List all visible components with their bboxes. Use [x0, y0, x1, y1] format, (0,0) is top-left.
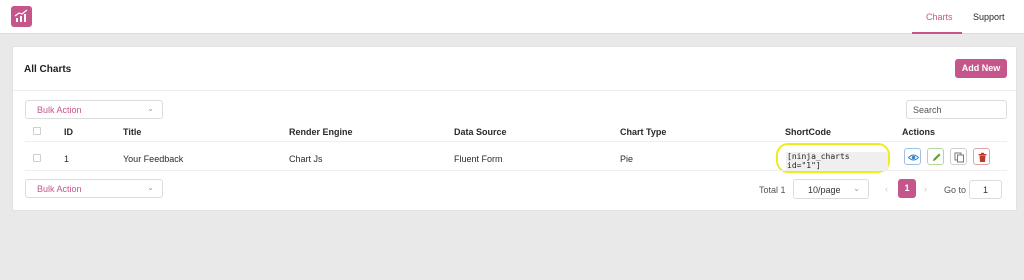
trash-icon: [978, 152, 987, 162]
row-divider: [25, 170, 1007, 171]
bulk-action-placeholder: Bulk Action: [37, 105, 82, 115]
cell-id: 1: [64, 154, 70, 164]
logo-icon[interactable]: [11, 6, 32, 27]
nav-active-indicator: [912, 32, 962, 34]
page-title: All Charts: [24, 64, 72, 75]
select-all-checkbox[interactable]: [33, 127, 41, 135]
goto-label: Go to: [944, 185, 967, 195]
page-size-select[interactable]: 10/page ⌄: [793, 179, 869, 199]
nav-charts[interactable]: Charts: [926, 12, 953, 22]
view-button[interactable]: [904, 148, 921, 165]
column-header-title: Title: [123, 127, 142, 137]
cell-render-engine: Chart Js: [289, 154, 323, 164]
column-header-chart-type: Chart Type: [620, 127, 667, 137]
edit-button[interactable]: [927, 148, 944, 165]
cell-shortcode[interactable]: [ninja_charts id="1"]: [786, 152, 888, 170]
column-header-render-engine: Render Engine: [289, 127, 353, 137]
chevron-down-icon: ⌄: [147, 183, 154, 192]
header-divider: [25, 141, 1007, 142]
delete-button[interactable]: [973, 148, 990, 165]
charts-card: All Charts Add New Bulk Action ⌄ Search …: [12, 46, 1017, 211]
copy-button[interactable]: [950, 148, 967, 165]
column-header-data-source: Data Source: [454, 127, 507, 137]
pagination-total: Total 1: [759, 185, 786, 195]
row-checkbox[interactable]: [33, 154, 41, 162]
cell-title: Your Feedback: [123, 154, 184, 164]
prev-page-icon[interactable]: ‹: [885, 184, 888, 194]
bulk-action-placeholder: Bulk Action: [37, 184, 82, 194]
page-number-current[interactable]: 1: [898, 179, 916, 198]
bulk-action-select-bottom[interactable]: Bulk Action ⌄: [25, 179, 163, 198]
page-size-value: 10/page: [808, 185, 841, 195]
column-header-shortcode: ShortCode: [785, 127, 831, 137]
next-page-icon[interactable]: ›: [924, 184, 927, 194]
bulk-action-select-top[interactable]: Bulk Action ⌄: [25, 100, 163, 119]
goto-page-input[interactable]: 1: [969, 180, 1002, 199]
shortcode-highlight: [ninja_charts id="1"]: [776, 143, 890, 173]
top-bar: Charts Support: [0, 0, 1024, 34]
divider: [13, 90, 1016, 91]
cell-data-source: Fluent Form: [454, 154, 503, 164]
column-header-actions: Actions: [902, 127, 936, 137]
copy-icon: [954, 152, 964, 163]
nav-support[interactable]: Support: [973, 12, 1005, 22]
search-input[interactable]: Search: [906, 100, 1007, 119]
cell-chart-type: Pie: [620, 154, 634, 164]
column-header-id: ID: [64, 127, 73, 137]
chevron-down-icon: ⌄: [853, 184, 860, 193]
search-placeholder: Search: [913, 105, 942, 115]
add-new-button[interactable]: Add New: [955, 59, 1007, 78]
pencil-icon: [933, 153, 941, 161]
eye-icon: [908, 154, 919, 161]
chevron-down-icon: ⌄: [147, 104, 154, 113]
goto-page-value: 1: [982, 185, 988, 195]
